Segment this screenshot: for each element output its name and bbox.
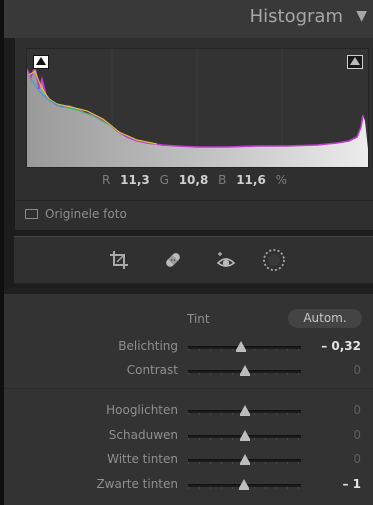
slider-value[interactable]: 0 (353, 363, 361, 377)
divider (15, 200, 373, 201)
b-value: 11,6 (236, 173, 266, 187)
radial-mask-icon[interactable] (261, 247, 287, 273)
tool-strip (14, 236, 373, 284)
slider-value[interactable]: 0 (353, 428, 361, 442)
slider-contrast: Contrast 0 (4, 361, 373, 381)
slider-thumb[interactable] (239, 405, 250, 416)
triangle-down-icon[interactable]: ▼ (356, 8, 367, 24)
slider-shadows: Schaduwen 0 (4, 426, 373, 446)
histogram-panel: R 11,3 G 10,8 B 11,6 % Originele foto (14, 38, 373, 230)
slider-thumb[interactable] (239, 430, 250, 441)
red-eye-icon[interactable] (213, 247, 239, 273)
r-label: R (101, 173, 111, 187)
slider-label: Witte tinten (107, 452, 178, 466)
slider-thumb[interactable] (239, 454, 250, 465)
r-value: 11,3 (120, 173, 150, 187)
section-divider (4, 388, 373, 389)
highlight-clipping-toggle[interactable] (347, 55, 363, 69)
crop-icon[interactable] (106, 247, 132, 273)
histogram-curve (27, 49, 368, 167)
auto-button[interactable]: Autom. (288, 309, 362, 328)
original-photo-toggle[interactable]: Originele foto (25, 205, 127, 223)
slider-value[interactable]: 0 (353, 403, 361, 417)
g-label: G (159, 173, 169, 187)
histogram-title: Histogram (249, 6, 343, 27)
slider-highlights: Hooglichten 0 (4, 401, 373, 421)
slider-value[interactable]: 0 (353, 452, 361, 466)
original-photo-label: Originele foto (45, 207, 127, 221)
slider-label: Contrast (126, 363, 178, 377)
slider-value[interactable]: – 0,32 (321, 339, 361, 353)
slider-label: Zwarte tinten (96, 477, 178, 491)
slider-whites: Witte tinten 0 (4, 450, 373, 470)
shadow-clipping-toggle[interactable] (33, 55, 49, 69)
percent-unit: % (275, 173, 288, 187)
healing-bandage-icon[interactable] (160, 247, 186, 273)
slider-exposure: Belichting – 0,32 (4, 337, 373, 357)
slider-thumb[interactable] (238, 479, 249, 490)
g-value: 10,8 (178, 173, 209, 187)
slider-thumb[interactable] (239, 365, 250, 376)
tone-section-label: Tint (187, 312, 210, 326)
slider-label: Hooglichten (106, 403, 178, 417)
original-photo-checkbox[interactable] (25, 209, 38, 219)
slider-label: Belichting (118, 339, 178, 353)
basic-panel: Tint Autom. Belichting – 0,32 Contrast 0 Hoo… (4, 288, 373, 505)
panel-separator (4, 288, 373, 294)
slider-label: Schaduwen (108, 428, 178, 442)
histogram-header[interactable]: Histogram ▼ (4, 0, 373, 38)
slider-blacks: Zwarte tinten – 1 (4, 475, 373, 495)
rgb-readout: R 11,3 G 10,8 B 11,6 % (15, 173, 373, 191)
b-label: B (218, 173, 227, 187)
slider-value[interactable]: – 1 (342, 477, 361, 491)
histogram-graph (26, 48, 369, 168)
develop-right-panel: Histogram ▼ R 11,3 G 10,8 B 11,6 % Origi… (0, 0, 373, 505)
slider-thumb[interactable] (235, 341, 246, 352)
